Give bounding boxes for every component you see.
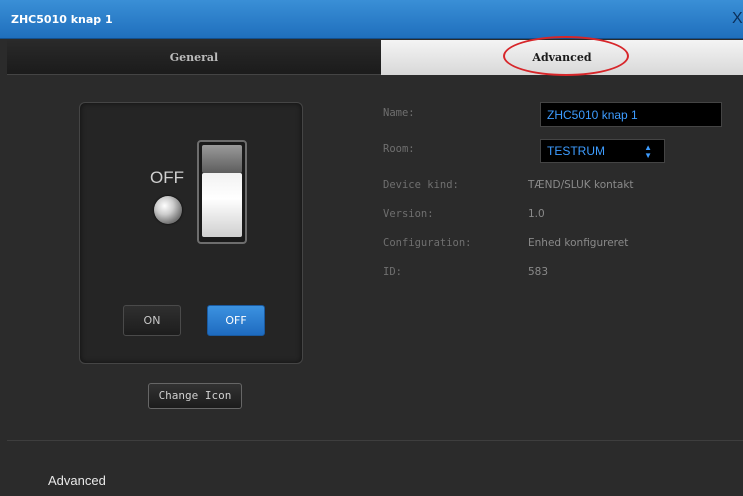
- room-select[interactable]: TESTRUM ▲ ▼: [540, 139, 665, 163]
- on-button[interactable]: ON: [123, 305, 181, 336]
- rocker-switch-icon: [197, 140, 247, 244]
- annotation-ellipse: [503, 36, 629, 76]
- configuration-label: Configuration:: [383, 237, 472, 249]
- off-button[interactable]: OFF: [207, 305, 265, 336]
- tab-bar: General Advanced: [7, 40, 743, 75]
- device-kind-value: TÆND/SLUK kontakt: [528, 179, 634, 191]
- configuration-value: Enhed konfigureret: [528, 237, 629, 249]
- room-select-value: TESTRUM: [547, 144, 605, 158]
- device-kind-label: Device kind:: [383, 179, 459, 191]
- rocker-bottom: [202, 173, 242, 237]
- advanced-section-label[interactable]: Advanced: [48, 473, 106, 488]
- select-arrows-icon: ▲ ▼: [644, 143, 652, 160]
- rocker-top: [202, 145, 242, 173]
- close-icon[interactable]: X: [732, 10, 743, 28]
- room-label: Room:: [383, 143, 415, 155]
- id-value: 583: [528, 266, 549, 278]
- version-label: Version:: [383, 208, 434, 220]
- device-icon-panel: [79, 102, 303, 364]
- section-divider: [7, 440, 743, 441]
- change-icon-button[interactable]: Change Icon: [148, 383, 242, 409]
- version-value: 1.0: [528, 208, 545, 220]
- indicator-led-icon: [154, 196, 182, 224]
- switch-state-label: OFF: [150, 168, 184, 187]
- name-input[interactable]: [540, 102, 722, 127]
- tab-general[interactable]: General: [7, 40, 381, 75]
- dialog-titlebar: ZHC5010 knap 1 X: [0, 0, 743, 39]
- id-label: ID:: [383, 266, 402, 278]
- dialog-title: ZHC5010 knap 1: [11, 13, 113, 26]
- name-label: Name:: [383, 107, 415, 119]
